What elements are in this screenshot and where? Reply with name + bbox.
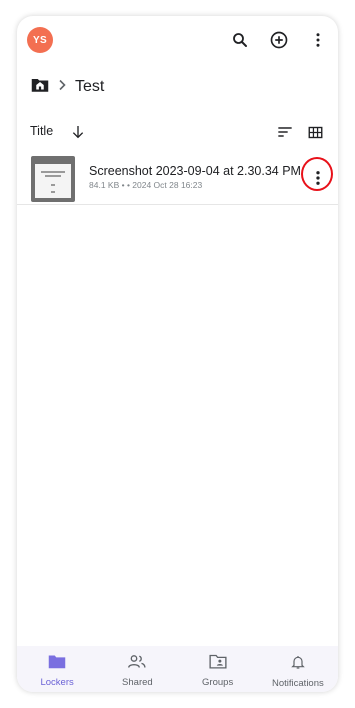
group-folder-icon	[209, 654, 227, 674]
nav-label: Shared	[122, 677, 153, 688]
file-meta: 84.1 KB • • 2024 Oct 28 16:23	[89, 180, 203, 190]
file-name: Screenshot 2023-09-04 at 2.30.34 PM (1	[89, 164, 303, 178]
sort-bar: Title	[17, 120, 338, 142]
bottom-navigation: Lockers Shared Groups Notifications	[17, 646, 338, 692]
nav-item-groups[interactable]: Groups	[178, 646, 258, 692]
sort-label[interactable]: Title	[30, 124, 53, 138]
top-app-bar: YS	[17, 16, 338, 64]
people-icon	[127, 654, 147, 674]
page-title: Test	[75, 78, 105, 95]
more-vert-icon[interactable]	[306, 28, 330, 52]
bell-icon	[290, 654, 306, 675]
sort-lines-icon[interactable]	[273, 120, 297, 144]
arrow-down-icon[interactable]	[66, 120, 90, 144]
locker-home-icon[interactable]	[31, 77, 49, 98]
file-more-vert-icon[interactable]	[306, 166, 330, 190]
nav-label: Notifications	[272, 678, 324, 689]
app-screen: YS Test Title Screenshot 2023-09-04 at 2…	[17, 16, 338, 692]
nav-item-lockers[interactable]: Lockers	[17, 646, 97, 692]
breadcrumb: Test	[31, 76, 104, 98]
chevron-right-icon	[57, 78, 67, 96]
grid-view-icon[interactable]	[303, 120, 327, 144]
nav-label: Lockers	[40, 677, 74, 688]
file-thumbnail	[31, 156, 75, 202]
folder-icon	[48, 654, 66, 674]
add-circle-icon[interactable]	[267, 28, 291, 52]
avatar[interactable]: YS	[27, 27, 53, 53]
nav-label: Groups	[202, 677, 234, 688]
list-item[interactable]: Screenshot 2023-09-04 at 2.30.34 PM (1 8…	[17, 154, 338, 205]
nav-item-shared[interactable]: Shared	[97, 646, 177, 692]
nav-item-notifications[interactable]: Notifications	[258, 646, 338, 692]
search-icon[interactable]	[228, 28, 252, 52]
